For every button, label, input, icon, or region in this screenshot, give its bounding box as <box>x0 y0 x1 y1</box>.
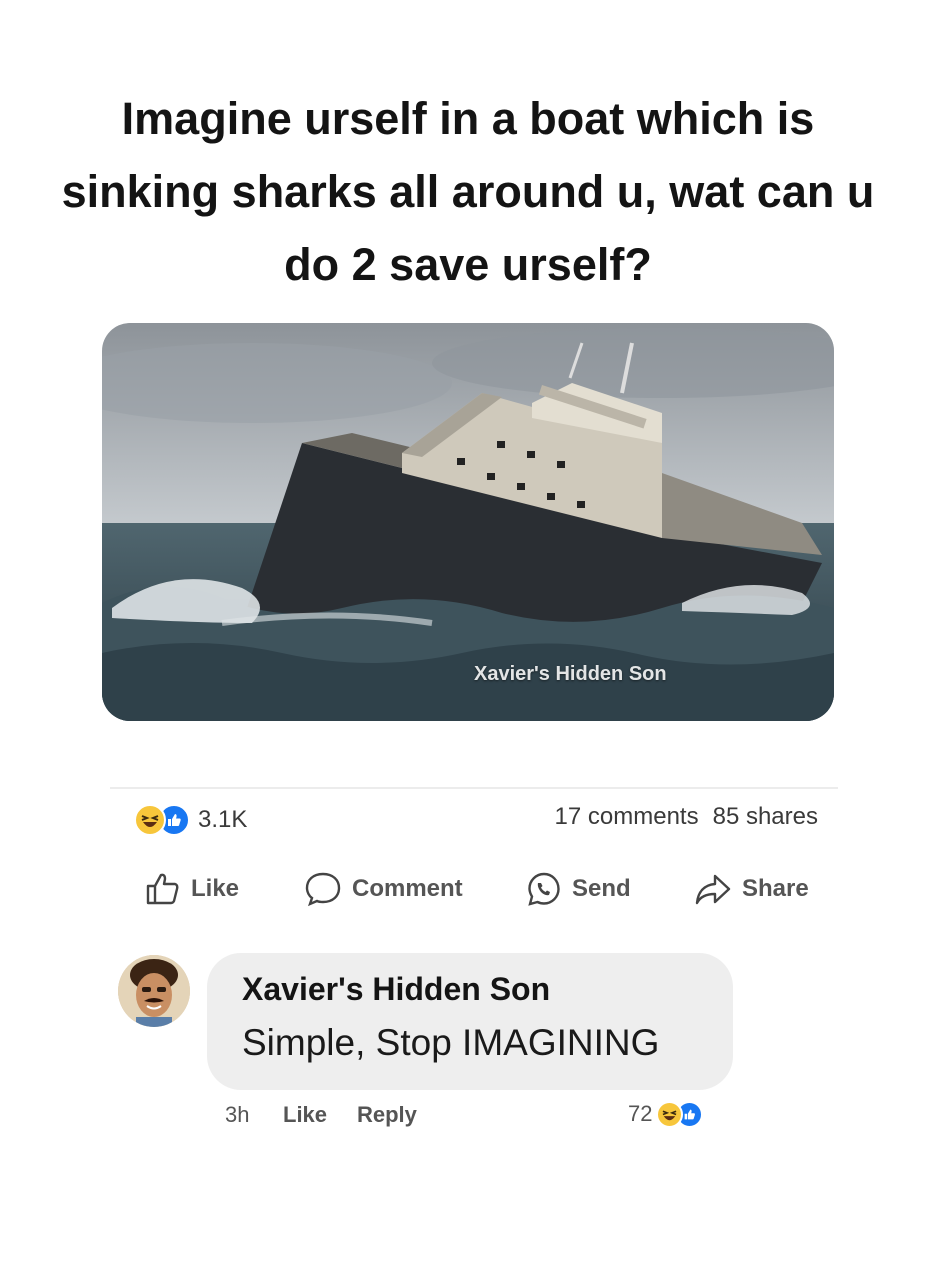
comment-reactions[interactable]: 72 <box>628 1098 704 1130</box>
comment-timestamp: 3h <box>225 1102 250 1127</box>
comment-reply-button[interactable]: Reply <box>357 1102 417 1128</box>
comment-author[interactable]: Xavier's Hidden Son <box>242 969 733 1009</box>
shares-count[interactable]: 85 shares <box>713 803 818 830</box>
comment-bubble-icon <box>305 872 341 907</box>
comment-bubble[interactable]: Xavier's Hidden Son Simple, Stop IMAGINI… <box>207 953 733 1090</box>
comment-label: Comment <box>352 875 463 902</box>
send-button[interactable]: Send <box>526 868 631 910</box>
post-image[interactable]: Xavier's Hidden Son <box>102 323 834 721</box>
thumbs-up-icon <box>146 873 179 905</box>
send-label: Send <box>572 875 631 902</box>
comments-count[interactable]: 17 comments <box>555 803 699 830</box>
image-watermark: Xavier's Hidden Son <box>474 663 667 685</box>
whatsapp-icon <box>528 872 560 906</box>
comment-like-button[interactable]: Like <box>283 1102 327 1128</box>
haha-reaction-icon <box>656 1100 684 1128</box>
sinking-ship-illustration <box>102 323 834 721</box>
avatar-portrait <box>118 955 190 1027</box>
share-arrow-icon <box>695 874 731 905</box>
reaction-count: 3.1K <box>198 806 248 833</box>
comment-text: Simple, Stop IMAGINING <box>242 1022 660 1063</box>
comment-button[interactable]: Comment <box>304 868 463 910</box>
reaction-summary[interactable]: 3.1K <box>134 802 247 838</box>
share-button[interactable]: Share <box>694 868 809 910</box>
divider <box>110 787 838 789</box>
like-button[interactable]: Like <box>145 868 239 910</box>
commenter-avatar[interactable] <box>118 955 190 1027</box>
haha-reaction-icon <box>134 804 166 836</box>
post-text: Imagine urself in a boat which is sinkin… <box>61 93 875 290</box>
share-label: Share <box>742 875 809 902</box>
comment-reaction-count: 72 <box>628 1101 653 1126</box>
like-label: Like <box>191 875 240 902</box>
engagement-counts: 17 comments 85 shares <box>555 803 818 831</box>
